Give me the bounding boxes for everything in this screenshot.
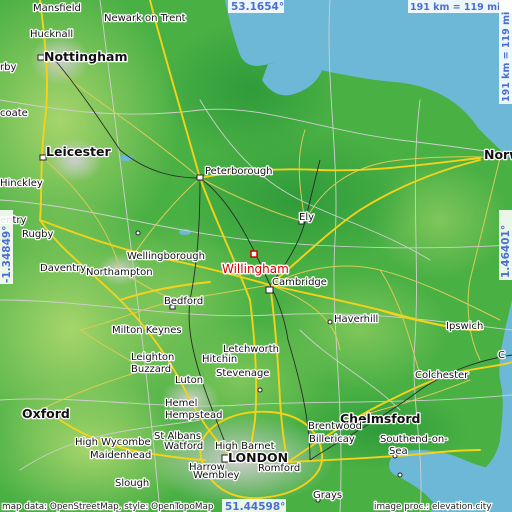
bottom-latitude: 51.44598°: [225, 501, 285, 512]
label-wellingborough: Wellingborough: [127, 251, 205, 262]
label-coate: coate: [0, 108, 28, 119]
label-rugby: Rugby: [22, 229, 54, 240]
label-bedford: Bedford: [164, 296, 203, 307]
label-sea: Sea: [389, 446, 408, 457]
topographic-map[interactable]: Mansfield Newark on Trent Hucknall Notti…: [0, 0, 512, 512]
top-latitude: 53.1654°: [231, 1, 284, 13]
label-hinckley: Hinckley: [0, 178, 43, 189]
label-high-wycombe: High Wycombe: [75, 437, 151, 448]
label-southend: Southend-on-: [380, 434, 448, 445]
label-northampton: Northampton: [86, 267, 153, 278]
label-hempstead: Hempstead: [165, 410, 223, 421]
label-billericay: Billericay: [309, 434, 355, 445]
label-luton: Luton: [175, 375, 203, 386]
label-slough: Slough: [115, 478, 149, 489]
label-hucknall: Hucknall: [30, 29, 73, 40]
label-wembley: Wembley: [193, 470, 239, 481]
label-norwich: Norw: [484, 147, 512, 162]
label-mansfield: Mansfield: [33, 3, 81, 14]
label-leighton: Leighton: [131, 352, 174, 363]
label-clacton: C: [498, 350, 505, 361]
credit-right: image proc.: elevation.city: [374, 502, 491, 512]
label-newark: Newark on Trent: [104, 13, 186, 24]
left-longitude: -1.34849°: [1, 226, 13, 283]
credit-left: map data: OpenStreetMap, style: OpenTopo…: [2, 502, 214, 512]
square-marker-icon: [250, 250, 258, 258]
label-cambridge: Cambridge: [272, 277, 327, 288]
label-hitchin: Hitchin: [202, 354, 237, 365]
label-ely: Ely: [299, 212, 314, 223]
label-leicester: Leicester: [46, 144, 112, 159]
label-haverhill: Haverhill: [334, 314, 378, 325]
label-london: LONDON: [228, 450, 288, 465]
label-daventry: Daventry: [40, 263, 86, 274]
label-milton-keynes: Milton Keynes: [112, 325, 182, 336]
label-buzzard: Buzzard: [131, 364, 171, 375]
label-ipswich: Ipswich: [446, 321, 483, 332]
label-brentwood: Brentwood: [308, 421, 362, 432]
label-oxford: Oxford: [22, 406, 70, 421]
label-nottingham: Nottingham: [44, 49, 128, 64]
marker-label: Willingham: [222, 262, 289, 276]
label-derby: rby: [0, 62, 16, 73]
width-scale: 191 km = 119 mi: [410, 2, 500, 13]
label-watford: Watford: [164, 441, 203, 452]
label-maidenhead: Maidenhead: [90, 450, 151, 461]
label-stevenage: Stevenage: [216, 368, 269, 379]
label-peterborough: Peterborough: [205, 166, 273, 177]
label-hemel: Hemel: [165, 398, 197, 409]
height-scale: 191 km = 119 mi: [501, 12, 512, 102]
right-longitude: 1.46401°: [500, 225, 512, 278]
label-grays: Grays: [313, 490, 342, 501]
label-colchester: Colchester: [415, 370, 469, 381]
